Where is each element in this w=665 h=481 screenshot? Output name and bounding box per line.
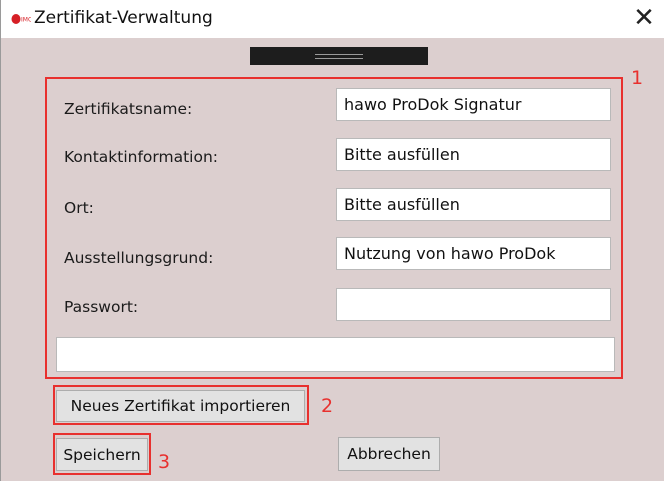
title-bar: IMC Zertifikat-Verwaltung ✕ bbox=[1, 0, 664, 38]
drag-handle[interactable] bbox=[250, 47, 428, 65]
annotation-label-3: 3 bbox=[158, 451, 171, 473]
svg-text:IMC: IMC bbox=[21, 17, 31, 24]
grip-line bbox=[315, 54, 363, 55]
annotation-label-1: 1 bbox=[631, 67, 644, 89]
annotation-box-3 bbox=[53, 433, 151, 475]
annotation-label-2: 2 bbox=[321, 395, 334, 417]
certificate-dialog: IMC Zertifikat-Verwaltung ✕ Zertifikatsn… bbox=[0, 0, 664, 481]
app-logo-icon: IMC bbox=[11, 14, 31, 24]
window-title: Zertifikat-Verwaltung bbox=[34, 8, 213, 28]
cancel-button[interactable]: Abbrechen bbox=[338, 437, 440, 471]
annotation-box-2 bbox=[53, 385, 309, 425]
annotation-box-1 bbox=[45, 77, 623, 379]
grip-line bbox=[315, 58, 363, 59]
close-icon: ✕ bbox=[633, 3, 655, 33]
close-button[interactable]: ✕ bbox=[627, 3, 661, 35]
